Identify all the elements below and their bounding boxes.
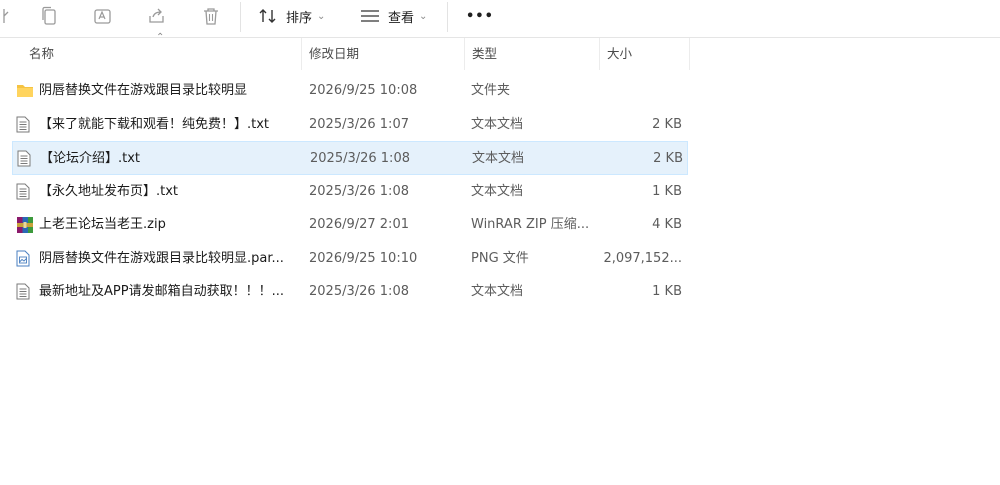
file-name: 最新地址及APP请发邮箱自动获取！！！... bbox=[39, 284, 284, 299]
file-size: 1 KB bbox=[652, 284, 682, 299]
column-header-name-label: 名称 bbox=[29, 46, 55, 61]
file-type: 文本文档 bbox=[472, 151, 525, 166]
column-header-name[interactable]: 名称 bbox=[0, 38, 302, 70]
list-item[interactable]: 【来了就能下载和观看！纯免费！】.txt 2025/3/26 1:07 文本文档… bbox=[12, 108, 688, 142]
column-header-type-label: 类型 bbox=[472, 46, 498, 61]
file-name: 【永久地址发布页】.txt bbox=[39, 183, 179, 199]
file-size bbox=[602, 74, 682, 108]
list-item[interactable]: 阴唇替换文件在游戏跟目录比较明显 2026/9/25 10:08 文件夹 bbox=[12, 74, 688, 108]
file-name: 阴唇替换文件在游戏跟目录比较明显 bbox=[39, 83, 248, 98]
file-date: 2026/9/27 2:01 bbox=[309, 217, 409, 232]
sort-button[interactable]: 排序 ⌄ bbox=[258, 4, 325, 28]
folder-icon bbox=[17, 85, 33, 98]
file-size: 2 KB bbox=[652, 116, 682, 132]
file-name: 上老王论坛当老王.zip bbox=[39, 217, 166, 232]
share-button[interactable] bbox=[146, 4, 168, 28]
trash-icon bbox=[204, 8, 218, 25]
file-size: 2 KB bbox=[653, 151, 683, 166]
file-date: 2025/3/26 1:07 bbox=[309, 116, 409, 132]
share-icon bbox=[149, 8, 164, 23]
file-date: 2025/3/26 1:08 bbox=[309, 183, 409, 199]
file-date: 2026/9/25 10:10 bbox=[309, 250, 418, 266]
list-item[interactable]: 【永久地址发布页】.txt 2025/3/26 1:08 文本文档 1 KB bbox=[12, 175, 688, 209]
file-type: 文本文档 bbox=[471, 183, 524, 199]
file-date: 2025/3/26 1:08 bbox=[309, 284, 409, 299]
more-options-button[interactable]: ••• bbox=[466, 4, 494, 28]
rename-button[interactable] bbox=[92, 4, 114, 28]
winrar-archive-icon bbox=[17, 216, 33, 233]
text-file-icon bbox=[17, 150, 31, 167]
file-list: 阴唇替换文件在游戏跟目录比较明显 2026/9/25 10:08 文件夹 【来了… bbox=[12, 74, 688, 309]
delete-button[interactable] bbox=[200, 4, 222, 28]
command-bar: 排序 ⌄ 查看 ⌄ ••• bbox=[0, 0, 1000, 38]
view-button[interactable]: 查看 ⌄ bbox=[360, 4, 427, 28]
view-label: 查看 bbox=[388, 10, 415, 26]
column-header-row: ⌃ 名称 修改日期 类型 大小 bbox=[0, 32, 1000, 70]
file-type: 文件夹 bbox=[471, 83, 511, 98]
view-icon bbox=[361, 10, 379, 22]
copy-icon bbox=[42, 6, 56, 25]
column-header-type[interactable]: 类型 bbox=[465, 38, 600, 70]
column-header-date[interactable]: 修改日期 bbox=[302, 38, 465, 70]
list-item[interactable]: 最新地址及APP请发邮箱自动获取！！！... 2025/3/26 1:08 文本… bbox=[12, 275, 688, 309]
file-type: PNG 文件 bbox=[471, 250, 529, 266]
file-size: 4 KB bbox=[652, 217, 682, 232]
toolbar-divider bbox=[447, 2, 448, 32]
image-file-icon bbox=[16, 250, 30, 267]
list-item-selected[interactable]: 【论坛介绍】.txt 2025/3/26 1:08 文本文档 2 KB bbox=[12, 141, 688, 175]
new-icon bbox=[3, 9, 9, 23]
file-name: 阴唇替换文件在游戏跟目录比较明显.par... bbox=[39, 250, 284, 266]
file-date: 2026/9/25 10:08 bbox=[309, 83, 418, 98]
file-date: 2025/3/26 1:08 bbox=[310, 151, 410, 166]
chevron-down-icon: ⌄ bbox=[317, 10, 326, 22]
column-header-date-label: 修改日期 bbox=[309, 46, 360, 61]
file-size: 2,097,152... bbox=[603, 250, 682, 266]
sort-label: 排序 bbox=[286, 10, 313, 26]
file-type: WinRAR ZIP 压缩... bbox=[471, 217, 590, 232]
more-icon: ••• bbox=[466, 8, 494, 24]
chevron-down-icon: ⌄ bbox=[419, 10, 428, 22]
file-size: 1 KB bbox=[652, 183, 682, 199]
text-file-icon bbox=[16, 183, 30, 200]
file-name: 【来了就能下载和观看！纯免费！】.txt bbox=[39, 116, 270, 132]
sort-icon bbox=[259, 9, 276, 23]
text-file-icon bbox=[16, 116, 30, 133]
column-header-size[interactable]: 大小 bbox=[600, 38, 690, 70]
new-button[interactable] bbox=[2, 4, 18, 28]
list-item[interactable]: 阴唇替换文件在游戏跟目录比较明显.par... 2026/9/25 10:10 … bbox=[12, 242, 688, 276]
text-file-icon bbox=[16, 283, 30, 300]
file-type: 文本文档 bbox=[471, 116, 524, 132]
column-header-size-label: 大小 bbox=[607, 46, 633, 61]
file-name: 【论坛介绍】.txt bbox=[40, 151, 141, 166]
file-type: 文本文档 bbox=[471, 284, 524, 299]
copy-button[interactable] bbox=[38, 4, 60, 28]
list-item[interactable]: 上老王论坛当老王.zip 2026/9/27 2:01 WinRAR ZIP 压… bbox=[12, 208, 688, 242]
rename-icon bbox=[94, 9, 111, 24]
toolbar-divider bbox=[240, 2, 241, 32]
